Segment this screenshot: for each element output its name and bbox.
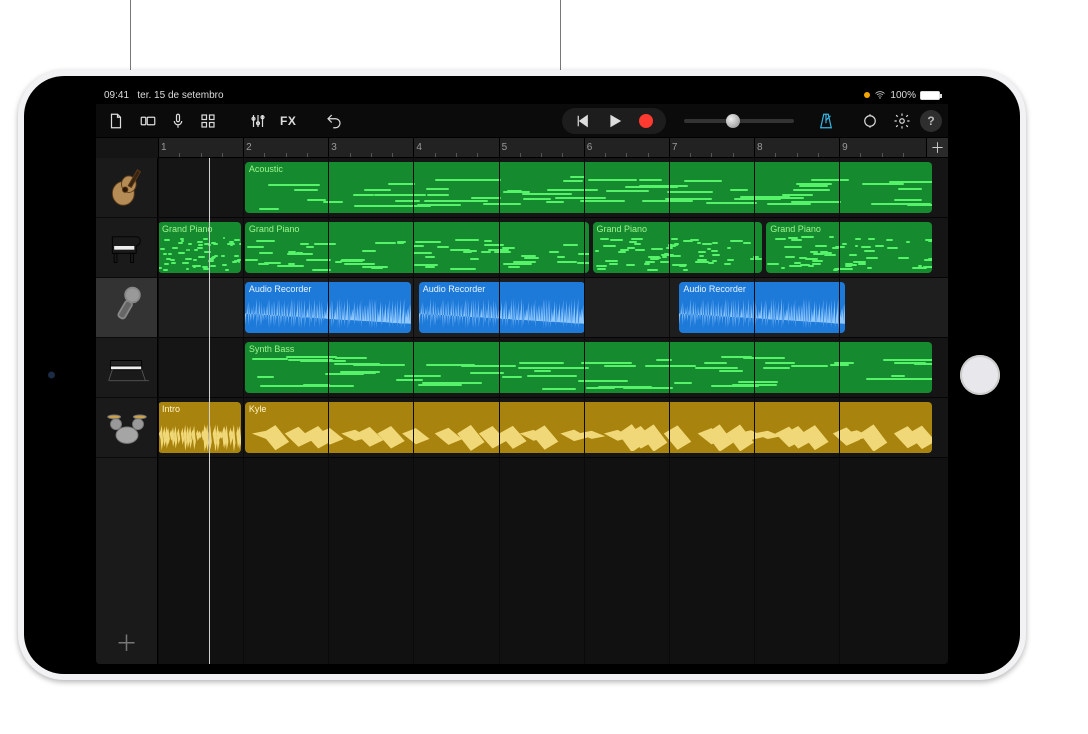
region-label: Grand Piano	[770, 224, 928, 234]
transport-controls	[562, 108, 666, 134]
ruler-bar-number: 5	[502, 142, 508, 153]
record-icon	[639, 114, 653, 128]
wifi-icon	[874, 89, 886, 101]
undo-button[interactable]	[320, 108, 348, 134]
ruler-bar-number: 3	[331, 142, 337, 153]
master-volume-slider[interactable]	[684, 119, 794, 123]
status-date: ter. 15 de setembro	[137, 90, 223, 101]
synth-keyboard-icon	[105, 344, 149, 391]
status-left: 09:41 ter. 15 de setembro	[104, 90, 224, 101]
region[interactable]: Kyle	[245, 402, 932, 453]
track-lane[interactable]: Acoustic	[158, 158, 948, 218]
microphone-icon	[105, 284, 149, 331]
region-label: Grand Piano	[162, 224, 237, 234]
add-section-button[interactable]: ＋	[926, 138, 948, 157]
acoustic-guitar-icon	[105, 164, 149, 211]
track-header-acoustic-guitar[interactable]	[96, 158, 157, 218]
help-button[interactable]: ?	[920, 110, 942, 132]
region[interactable]: Acoustic	[245, 162, 932, 213]
region[interactable]: Audio Recorder	[679, 282, 845, 333]
microphone-button[interactable]	[164, 108, 192, 134]
front-camera	[48, 372, 55, 379]
ruler-bar-number: 6	[587, 142, 593, 153]
timeline-ruler[interactable]: ＋ 1 2 3 4 5 6 7 8 9	[158, 138, 948, 158]
status-time: 09:41	[104, 90, 129, 101]
track-header-grand-piano[interactable]	[96, 218, 157, 278]
region-label: Acoustic	[249, 164, 928, 174]
ruler-bar-number: 9	[842, 142, 848, 153]
ruler-bar-number: 1	[161, 142, 167, 153]
home-button[interactable]	[960, 355, 1000, 395]
status-right: 100%	[864, 89, 940, 101]
record-button[interactable]	[630, 108, 662, 134]
recording-indicator-dot	[864, 92, 870, 98]
region[interactable]: Audio Recorder	[245, 282, 411, 333]
ruler-bar-number: 8	[757, 142, 763, 153]
region[interactable]: Intro	[158, 402, 241, 453]
go-to-start-button[interactable]	[566, 108, 598, 134]
track-header-synth-keyboard[interactable]	[96, 338, 157, 398]
loop-button[interactable]	[856, 108, 884, 134]
region[interactable]: Grand Piano	[158, 222, 241, 273]
track-headers: ＋	[96, 158, 158, 664]
region-label: Synth Bass	[249, 344, 928, 354]
track-lane[interactable]: Audio Recorder Audio Recorder Audio Record…	[158, 278, 948, 338]
tracks-area: ＋ AcousticGrand PianoGrand PianoGrand Pi…	[96, 158, 948, 664]
track-lane[interactable]: Grand Piano Grand Piano Grand Piano Grand P…	[158, 218, 948, 278]
grand-piano-icon	[105, 224, 149, 271]
grid-view-button[interactable]	[194, 108, 222, 134]
add-track-button[interactable]: ＋	[96, 620, 157, 664]
track-lane[interactable]: Synth Bass	[158, 338, 948, 398]
region-label: Audio Recorder	[683, 284, 841, 294]
track-lane[interactable]: Intro Kyle	[158, 398, 948, 458]
toolbar: FX	[96, 104, 948, 138]
region[interactable]: Synth Bass	[245, 342, 932, 393]
region[interactable]: Grand Piano	[245, 222, 589, 273]
region[interactable]: Grand Piano	[593, 222, 763, 273]
track-header-drum-kit[interactable]	[96, 398, 157, 458]
region-label: Intro	[162, 404, 237, 414]
battery-icon	[920, 91, 940, 100]
drum-kit-icon	[105, 404, 149, 451]
region-label: Grand Piano	[597, 224, 759, 234]
ruler-bar-number: 7	[672, 142, 678, 153]
metronome-button[interactable]	[812, 108, 840, 134]
browser-button[interactable]	[134, 108, 162, 134]
region-label: Kyle	[249, 404, 928, 414]
track-controls-button[interactable]	[244, 108, 272, 134]
region-label: Audio Recorder	[249, 284, 407, 294]
play-button[interactable]	[598, 108, 630, 134]
screen: 09:41 ter. 15 de setembro 100%	[96, 86, 948, 664]
region[interactable]: Audio Recorder	[419, 282, 585, 333]
region-label: Audio Recorder	[423, 284, 581, 294]
region[interactable]: Grand Piano	[766, 222, 932, 273]
my-songs-button[interactable]	[102, 108, 130, 134]
region-label: Grand Piano	[249, 224, 585, 234]
playhead[interactable]	[209, 158, 210, 664]
track-lanes[interactable]: AcousticGrand PianoGrand PianoGrand Pian…	[158, 158, 948, 664]
fx-button[interactable]: FX	[274, 108, 302, 134]
battery-percent: 100%	[890, 90, 916, 101]
status-bar: 09:41 ter. 15 de setembro 100%	[96, 86, 948, 104]
ruler-bar-number: 2	[246, 142, 252, 153]
ruler-bar-number: 4	[416, 142, 422, 153]
track-header-microphone[interactable]	[96, 278, 157, 338]
ipad-device-frame: 09:41 ter. 15 de setembro 100%	[18, 70, 1026, 680]
settings-button[interactable]	[888, 108, 916, 134]
